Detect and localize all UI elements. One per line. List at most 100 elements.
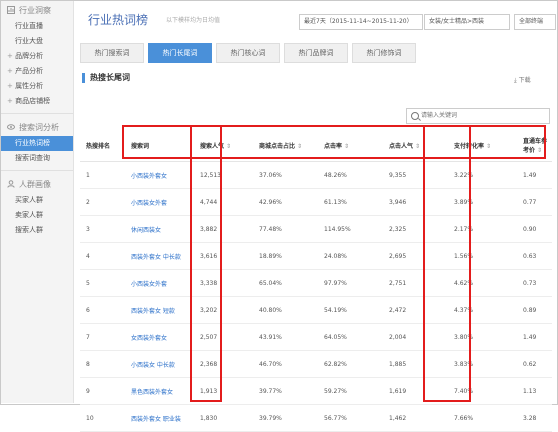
sidebar-item-ranking[interactable]: 商品店铺榜 <box>1 94 73 109</box>
section-title: 热搜长尾词 <box>82 73 130 83</box>
eye-icon <box>7 124 15 130</box>
cell-search-popularity: 3,338 <box>194 269 253 297</box>
sidebar-section-label: 人群画像 <box>19 179 51 189</box>
cell-keyword[interactable]: 西装外套女 中长款 <box>125 242 194 270</box>
col-label: 点击率 <box>324 142 343 150</box>
search-icon <box>411 112 419 120</box>
sidebar-item-query[interactable]: 搜索词查询 <box>1 151 73 166</box>
cell-click-popularity: 9,355 <box>383 161 448 189</box>
download-button[interactable]: ⤓ 下载 <box>514 75 531 85</box>
chart-icon <box>7 6 15 14</box>
tab-long-tail[interactable]: 热门长尾词 <box>148 43 212 63</box>
cell-click-popularity: 2,004 <box>383 323 448 351</box>
table-header-row: 热搜排名 搜索词 搜索人气 ⇕ 商城点击占比 ⇕ 点击率 ⇕ 点击人气 ⇕ 支付转化率 ⇕… <box>80 129 552 162</box>
col-label: 商城点击占比 <box>259 142 296 150</box>
cell-ztc-price: 0.89 <box>517 296 552 324</box>
date-range-select[interactable]: 最近7天（2015-11-14~2015-11-20） <box>299 14 423 30</box>
keyword-table: 热搜排名 搜索词 搜索人气 ⇕ 商城点击占比 ⇕ 点击率 ⇕ 点击人气 ⇕ 支付转化率 ⇕… <box>80 129 552 432</box>
col-click-rate[interactable]: 点击率 ⇕ <box>318 129 383 162</box>
cell-keyword[interactable]: 女西装外套女 <box>125 323 194 351</box>
cell-search-popularity: 12,513 <box>194 161 253 189</box>
cell-keyword[interactable]: 西装外套女 职业装 <box>125 404 194 432</box>
cell-rank: 8 <box>80 350 125 378</box>
cell-pay-conversion: 3.83% <box>448 350 517 378</box>
tab-core[interactable]: 热门核心词 <box>216 43 280 63</box>
cell-click-popularity: 3,946 <box>383 188 448 216</box>
cell-mall-click-ratio: 18.89% <box>253 242 318 270</box>
tab-hot-search[interactable]: 热门搜索词 <box>80 43 144 63</box>
cell-rank: 7 <box>80 323 125 351</box>
col-click-popularity[interactable]: 点击人气 ⇕ <box>383 129 448 162</box>
person-icon <box>7 180 15 188</box>
sidebar-section-label: 行业洞察 <box>19 5 51 15</box>
cell-mall-click-ratio: 43.91% <box>253 323 318 351</box>
cell-keyword[interactable]: 小西装外套女 <box>125 161 194 189</box>
sidebar-item-sellers[interactable]: 卖家人群 <box>1 208 73 223</box>
sidebar-item-searchers[interactable]: 搜索人群 <box>1 223 73 238</box>
sidebar-item-live[interactable]: 行业直播 <box>1 19 73 34</box>
sidebar-section-label: 搜索词分析 <box>19 122 59 132</box>
tab-modifier[interactable]: 热门修饰词 <box>352 43 416 63</box>
cell-search-popularity: 4,744 <box>194 188 253 216</box>
cell-click-popularity: 2,472 <box>383 296 448 324</box>
col-label: 搜索人气 <box>200 142 225 150</box>
cell-rank: 2 <box>80 188 125 216</box>
cell-keyword[interactable]: 黑色西装外套女 <box>125 377 194 405</box>
cell-rank: 4 <box>80 242 125 270</box>
col-search-popularity[interactable]: 搜索人气 ⇕ <box>194 129 253 162</box>
sidebar-item-buyers[interactable]: 买家人群 <box>1 193 73 208</box>
col-pay-conversion[interactable]: 支付转化率 ⇕ <box>448 129 517 162</box>
cell-keyword[interactable]: 休闲西装女 <box>125 215 194 243</box>
cell-mall-click-ratio: 40.80% <box>253 296 318 324</box>
col-label: 支付转化率 <box>454 142 485 150</box>
tab-bar: 热门搜索词 热门长尾词 热门核心词 热门品牌词 热门修饰词 <box>80 43 420 63</box>
sidebar-item-product[interactable]: 产品分析 <box>1 64 73 79</box>
sidebar-item-market[interactable]: 行业大盘 <box>1 34 73 49</box>
cell-keyword[interactable]: 小西装女外套 <box>125 188 194 216</box>
table-row: 2 小西装女外套 4,744 42.96% 61.13% 3,946 3.89% 0.77 <box>80 188 552 216</box>
cell-keyword[interactable]: 小西装女 中长款 <box>125 350 194 378</box>
cell-click-rate: 59.27% <box>318 377 383 405</box>
sidebar-item-attribute[interactable]: 属性分析 <box>1 79 73 94</box>
sidebar-divider <box>1 170 73 171</box>
cell-search-popularity: 2,368 <box>194 350 253 378</box>
sidebar-divider <box>1 113 73 114</box>
sidebar: 行业洞察 行业直播 行业大盘 品牌分析 产品分析 属性分析 商品店铺榜 搜索词分… <box>1 1 74 403</box>
main-panel: 行业热词榜 以下模样均为日均值 最近7天（2015-11-14~2015-11-… <box>74 1 556 432</box>
search-box <box>406 108 550 124</box>
col-ztc-price[interactable]: 直通车参考价 ⇕ <box>517 129 552 162</box>
cell-ztc-price: 1.13 <box>517 377 552 405</box>
cell-ztc-price: 3.28 <box>517 404 552 432</box>
search-input[interactable] <box>421 110 541 121</box>
table-row: 10 西装外套女 职业装 1,830 39.79% 56.77% 1,462 7.66% 3.… <box>80 404 552 432</box>
cell-keyword[interactable]: 西装外套女 短款 <box>125 296 194 324</box>
table-row: 5 小西装女外套 3,338 65.04% 97.97% 2,751 4.62% 0.73 <box>80 269 552 297</box>
col-label: 直通车参考价 <box>523 138 548 154</box>
sidebar-item-hot-words[interactable]: 行业热词榜 <box>1 136 73 151</box>
cell-ztc-price: 0.77 <box>517 188 552 216</box>
table-body: 1 小西装外套女 12,513 37.06% 48.26% 9,355 3.22% 1.49 2… <box>80 161 552 432</box>
terminal-select[interactable]: 全部终端 <box>514 14 556 30</box>
cell-pay-conversion: 1.56% <box>448 242 517 270</box>
sidebar-item-brand[interactable]: 品牌分析 <box>1 49 73 64</box>
category-select[interactable]: 女装/女士精品>西装 <box>424 14 510 30</box>
cell-pay-conversion: 3.80% <box>448 323 517 351</box>
cell-mall-click-ratio: 77.48% <box>253 215 318 243</box>
sort-icon: ⇕ <box>297 142 303 150</box>
cell-click-popularity: 1,885 <box>383 350 448 378</box>
cell-ztc-price: 0.90 <box>517 215 552 243</box>
col-mall-click-ratio[interactable]: 商城点击占比 ⇕ <box>253 129 318 162</box>
cell-keyword[interactable]: 小西装女外套 <box>125 269 194 297</box>
cell-click-rate: 97.97% <box>318 269 383 297</box>
cell-mall-click-ratio: 39.79% <box>253 404 318 432</box>
col-rank: 热搜排名 <box>80 129 125 162</box>
cell-mall-click-ratio: 46.70% <box>253 350 318 378</box>
cell-pay-conversion: 7.40% <box>448 377 517 405</box>
table-row: 9 黑色西装外套女 1,913 39.77% 59.27% 1,619 7.40% 1.13 <box>80 377 552 405</box>
tab-brand[interactable]: 热门品牌词 <box>284 43 348 63</box>
cell-click-popularity: 2,695 <box>383 242 448 270</box>
cell-rank: 6 <box>80 296 125 324</box>
cell-mall-click-ratio: 39.77% <box>253 377 318 405</box>
cell-search-popularity: 1,830 <box>194 404 253 432</box>
cell-pay-conversion: 4.62% <box>448 269 517 297</box>
